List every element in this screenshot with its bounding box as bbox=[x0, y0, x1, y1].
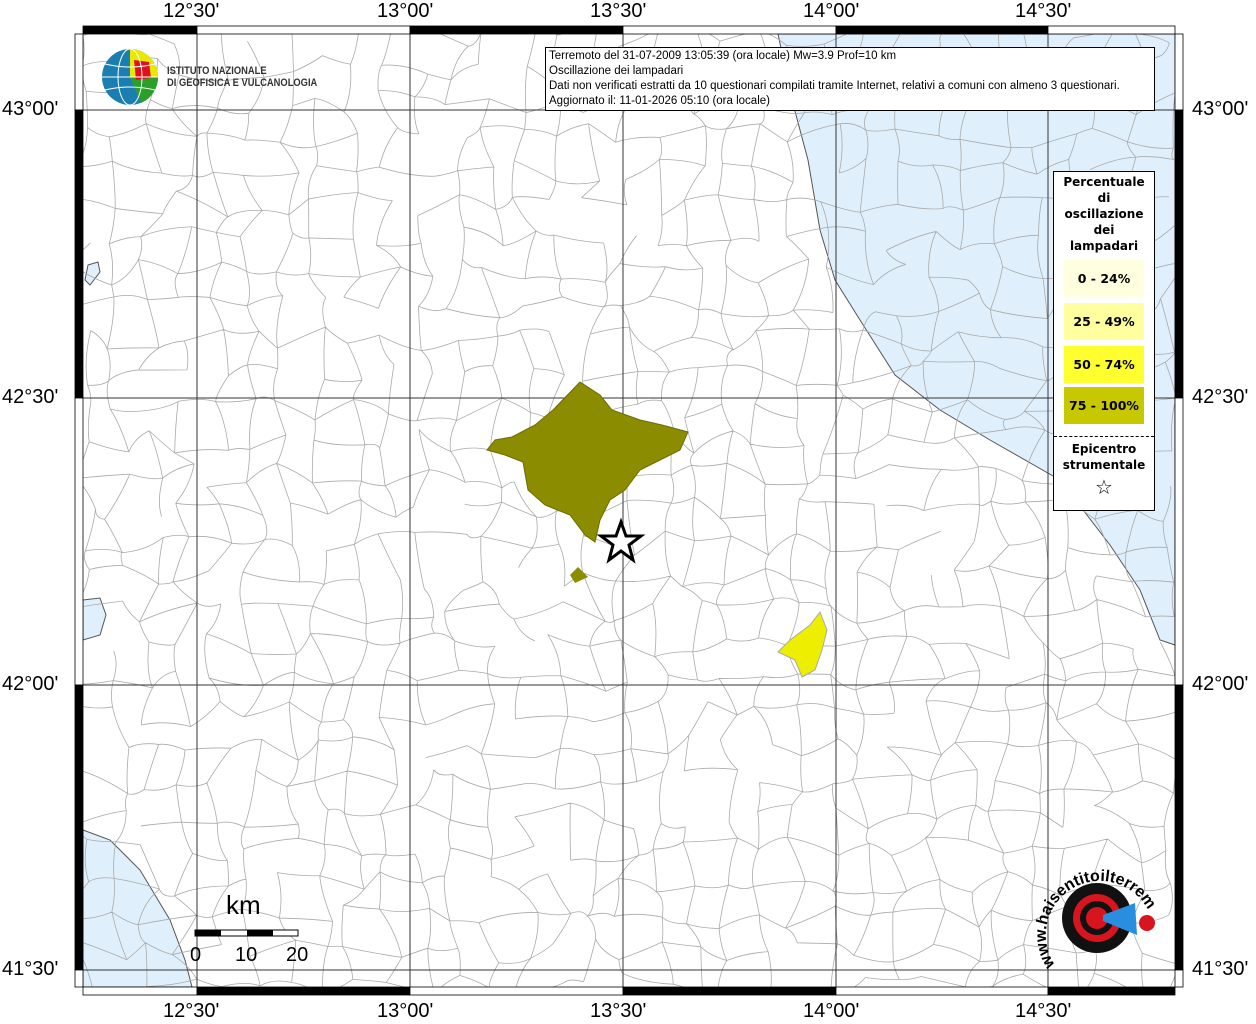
lat-label: 41°30' bbox=[1192, 958, 1249, 980]
lat-label: 42°00' bbox=[2, 673, 59, 695]
frame-segment bbox=[82, 986, 198, 996]
frame-segment bbox=[1047, 25, 1176, 35]
scale-bar: km 0 10 20 bbox=[190, 890, 330, 970]
lon-label: 12°30' bbox=[163, 0, 220, 22]
lon-label: 13°30' bbox=[590, 1000, 647, 1022]
scale-tick: 0 bbox=[190, 944, 202, 966]
updated-date: Aggiornato il: 11-01-2026 05:10 (ora loc… bbox=[549, 95, 770, 107]
legend-title: Percentuale di oscillazione dei lampadar… bbox=[1063, 175, 1145, 253]
lat-label: 41°30' bbox=[2, 958, 59, 980]
lat-label: 42°30' bbox=[2, 386, 59, 408]
lon-label: 14°30' bbox=[1015, 1000, 1072, 1022]
frame-segment bbox=[1174, 969, 1184, 988]
scale-tick: 20 bbox=[286, 944, 309, 966]
event-info-box: Terremoto del 31-07-2009 13:05:39 (ora l… bbox=[545, 47, 1155, 111]
frame-segment bbox=[74, 684, 84, 971]
lon-label: 14°30' bbox=[1015, 0, 1072, 22]
frame-segment bbox=[74, 969, 84, 988]
frame-segment bbox=[74, 33, 84, 111]
lat-label: 43°00' bbox=[2, 98, 59, 120]
frame-segment bbox=[1174, 397, 1184, 686]
scale-unit: km bbox=[226, 890, 261, 920]
globe-icon bbox=[102, 48, 159, 106]
legend-class-50-74: 50 - 74% bbox=[1064, 346, 1144, 383]
event-title: Terremoto del 31-07-2009 13:05:39 (ora l… bbox=[549, 50, 897, 62]
lat-label: 43°00' bbox=[1192, 98, 1249, 120]
haisentito-logo: www.haisentitoilterremoto.it bbox=[1030, 842, 1165, 980]
lat-label: 42°30' bbox=[1192, 386, 1249, 408]
legend-class-75-100: 75 - 100% bbox=[1064, 387, 1144, 424]
frame-segment bbox=[1174, 33, 1184, 111]
legend-class-0-24: 0 - 24% bbox=[1064, 260, 1144, 297]
ingv-name-line1: ISTITUTO NAZIONALE bbox=[167, 65, 267, 77]
frame-segment bbox=[1047, 986, 1176, 996]
frame-segment bbox=[74, 109, 84, 399]
lon-label: 13°00' bbox=[377, 1000, 434, 1022]
frame-segment bbox=[622, 25, 837, 35]
frame-segment bbox=[622, 986, 837, 996]
data-note: Dati non verificati estratti da 10 quest… bbox=[549, 80, 1120, 92]
map-subject: Oscillazione dei lampadari bbox=[549, 65, 684, 77]
frame-segment bbox=[409, 25, 624, 35]
legend: Percentuale di oscillazione dei lampadar… bbox=[1053, 171, 1155, 511]
lon-label: 14°00' bbox=[803, 0, 860, 22]
frame-segment bbox=[1174, 684, 1184, 971]
frame-segment bbox=[196, 25, 411, 35]
lon-label: 13°30' bbox=[590, 0, 647, 22]
legend-epicenter-label: Epicentro strumentale bbox=[1062, 442, 1146, 472]
ingv-name-line2: DI GEOFISICA E VULCANOLOGIA bbox=[167, 77, 318, 89]
lat-label: 42°00' bbox=[1192, 673, 1249, 695]
frame-segment bbox=[82, 25, 198, 35]
scale-tick: 10 bbox=[235, 944, 258, 966]
lon-label: 13°00' bbox=[377, 0, 434, 22]
frame-segment bbox=[835, 25, 1049, 35]
frame-segment bbox=[1174, 109, 1184, 399]
frame-segment bbox=[409, 986, 624, 996]
lon-label: 14°00' bbox=[803, 1000, 860, 1022]
ingv-logo: ISTITUTO NAZIONALE DI GEOFISICA E VULCANO… bbox=[101, 48, 344, 106]
frame-segment bbox=[196, 986, 411, 996]
legend-class-25-49: 25 - 49% bbox=[1064, 303, 1144, 340]
star-icon: ☆ bbox=[1095, 475, 1113, 499]
lon-label: 12°30' bbox=[163, 1000, 220, 1022]
frame-segment bbox=[835, 986, 1049, 996]
frame-segment bbox=[74, 397, 84, 686]
